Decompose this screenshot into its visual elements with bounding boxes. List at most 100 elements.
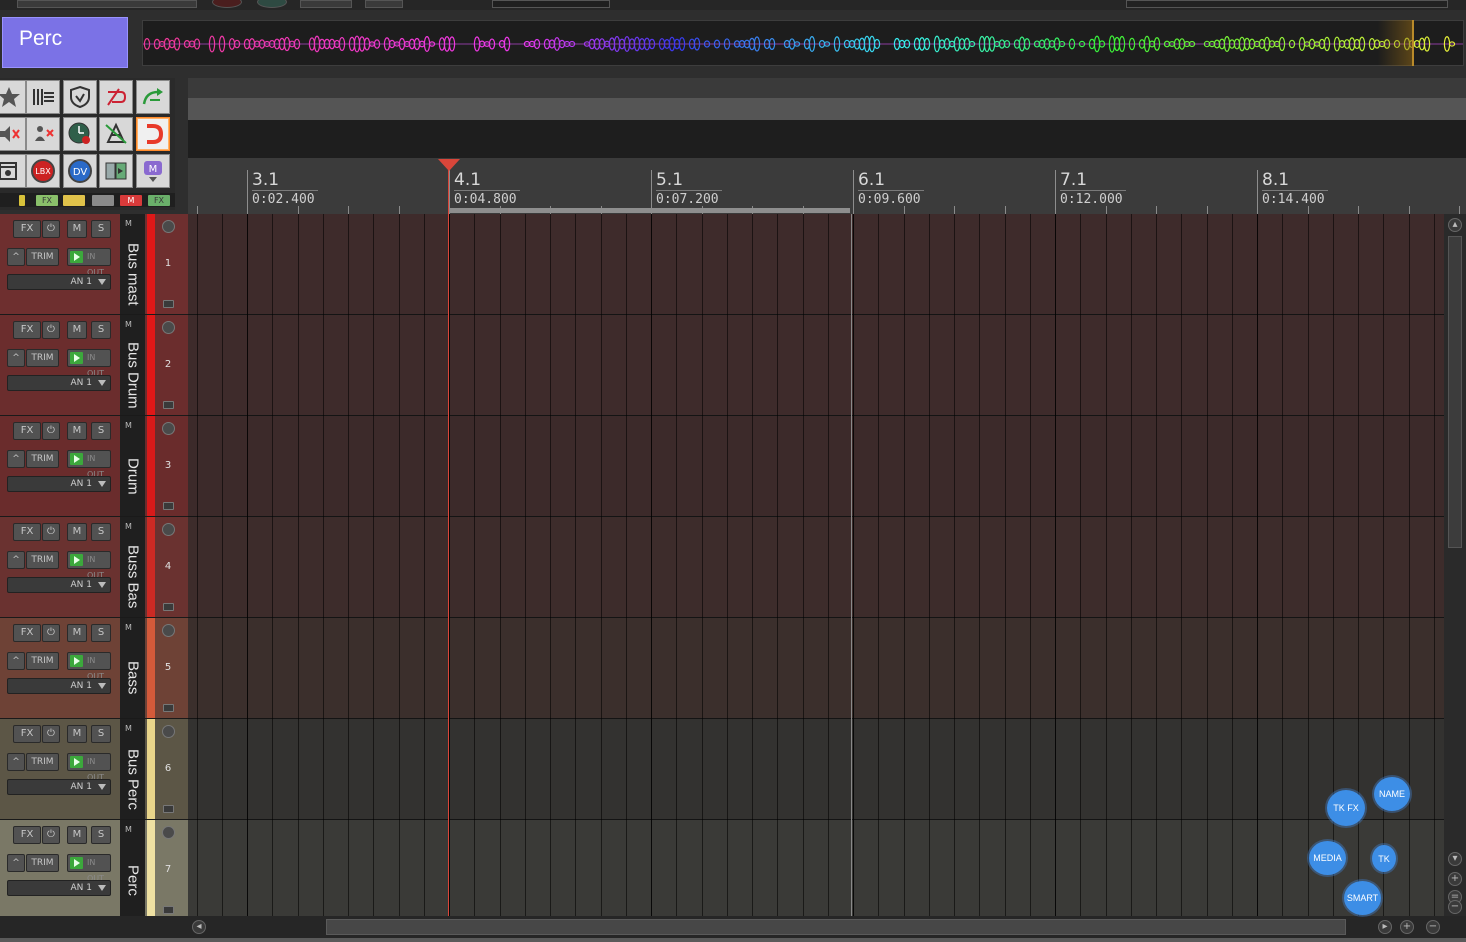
fx-bypass-icon[interactable]: ⏻: [42, 422, 60, 440]
search-field[interactable]: [1126, 0, 1448, 8]
timeline-ruler[interactable]: 3.1 0:02.400 4.1 0:04.800 5.1 0:07.200 6.1 …: [188, 158, 1466, 214]
track-solo-button[interactable]: S: [91, 624, 111, 642]
m-dropdown-button[interactable]: M: [136, 154, 170, 188]
mini-m-button[interactable]: M: [120, 195, 142, 206]
input-channel-select[interactable]: AN 1: [7, 779, 111, 795]
input-channel-select[interactable]: AN 1: [7, 375, 111, 391]
track-name[interactable]: Bus Perc: [122, 741, 144, 817]
track-mute-button[interactable]: M: [67, 725, 87, 743]
track-solo-button[interactable]: S: [91, 321, 111, 339]
mini-fx2-button[interactable]: FX: [148, 195, 170, 206]
marker-lane[interactable]: [188, 78, 1466, 98]
name-bubble-button[interactable]: NAME: [1374, 777, 1410, 811]
input-channel-select[interactable]: AN 1: [7, 577, 111, 593]
envelope-icon[interactable]: ^: [7, 551, 25, 569]
track-header[interactable]: FX ⏻ M S ^ TRIM IN OUT AN 1 M Bus Perc 6: [0, 719, 188, 820]
track-fx-button[interactable]: FX: [13, 624, 41, 642]
take-bubble-button[interactable]: TK: [1372, 845, 1396, 872]
media-bubble-button[interactable]: MEDIA: [1309, 841, 1346, 875]
envelope-icon[interactable]: ^: [7, 349, 25, 367]
track-name[interactable]: Bus Drum: [122, 337, 144, 413]
tempo-lane[interactable]: [188, 120, 1466, 158]
track-lane[interactable]: [188, 315, 1444, 416]
zoom-out-vertical-icon[interactable]: −: [1448, 900, 1462, 914]
automation-mode-button[interactable]: TRIM: [26, 652, 59, 670]
track-solo-button[interactable]: S: [91, 220, 111, 238]
track-name[interactable]: Buss Bas: [122, 539, 144, 615]
automation-mode-button[interactable]: TRIM: [26, 854, 59, 872]
track-lane[interactable]: [188, 719, 1444, 820]
input-channel-select[interactable]: AN 1: [7, 476, 111, 492]
automation-mode-button[interactable]: TRIM: [26, 753, 59, 771]
ruler-tool-button[interactable]: [99, 117, 133, 151]
folder-icon[interactable]: [163, 300, 174, 308]
track-header[interactable]: FX ⏻ M S ^ TRIM IN OUT AN 1 M Bass 5: [0, 618, 188, 719]
input-channel-select[interactable]: AN 1: [7, 880, 111, 896]
track-lane[interactable]: [188, 820, 1444, 916]
fx-bypass-icon[interactable]: ⏻: [42, 826, 60, 844]
track-io-button[interactable]: IN OUT: [67, 652, 111, 681]
envelope-icon[interactable]: ^: [7, 753, 25, 771]
track-header[interactable]: FX ⏻ M S ^ TRIM IN OUT AN 1 M Perc 7: [0, 820, 188, 921]
fx-bypass-icon[interactable]: ⏻: [42, 624, 60, 642]
clock-button[interactable]: [63, 117, 97, 151]
scroll-down-icon[interactable]: ▾: [1448, 852, 1462, 866]
record-arm-icon[interactable]: [162, 624, 175, 637]
mini-record-button[interactable]: [92, 195, 114, 206]
track-header[interactable]: FX ⏻ M S ^ TRIM IN OUT AN 1 M Buss Bas 4: [0, 517, 188, 618]
horizontal-scroll-thumb[interactable]: [326, 919, 1346, 935]
arrange-view[interactable]: [188, 214, 1444, 916]
fx-bypass-icon[interactable]: ⏻: [42, 523, 60, 541]
fx-bypass-icon[interactable]: ⏻: [42, 321, 60, 339]
track-io-button[interactable]: IN OUT: [67, 248, 111, 277]
track-lane[interactable]: [188, 517, 1444, 618]
zoom-in-vertical-icon[interactable]: +: [1448, 872, 1462, 886]
record-arm-icon[interactable]: [162, 321, 175, 334]
folder-icon[interactable]: [163, 401, 174, 409]
mute-person-button[interactable]: [26, 117, 60, 151]
scroll-up-icon[interactable]: ▴: [1448, 218, 1462, 232]
shield-button[interactable]: [63, 80, 97, 114]
track-header[interactable]: FX ⏻ M S ^ TRIM IN OUT AN 1 M Bus Drum 2: [0, 315, 188, 416]
scroll-right-icon[interactable]: ▸: [1378, 920, 1392, 934]
envelope-icon[interactable]: ^: [7, 450, 25, 468]
track-solo-button[interactable]: S: [91, 523, 111, 541]
track-io-button[interactable]: IN OUT: [67, 349, 111, 378]
envelope-icon[interactable]: ^: [7, 854, 25, 872]
stack-button[interactable]: [0, 154, 26, 188]
panel-toggle-button[interactable]: [99, 154, 133, 188]
zoom-in-horizontal-icon[interactable]: +: [1400, 920, 1414, 934]
overview-view-window[interactable]: [1378, 20, 1414, 66]
track-io-button[interactable]: IN OUT: [67, 450, 111, 479]
track-mute-button[interactable]: M: [67, 826, 87, 844]
fx-bypass-icon[interactable]: ⏻: [42, 220, 60, 238]
track-io-button[interactable]: IN OUT: [67, 854, 111, 883]
track-mute-button[interactable]: M: [67, 220, 87, 238]
smart-bubble-button[interactable]: SMART: [1344, 881, 1381, 915]
folder-icon[interactable]: [163, 502, 174, 510]
track-header[interactable]: FX ⏻ M S ^ TRIM IN OUT AN 1 M Drum 3: [0, 416, 188, 517]
vertical-scroll-thumb[interactable]: [1448, 236, 1462, 548]
record-arm-icon[interactable]: [162, 725, 175, 738]
track-name[interactable]: Drum: [122, 438, 144, 514]
time-sig-field[interactable]: [365, 0, 403, 8]
track-solo-button[interactable]: S: [91, 422, 111, 440]
take-fx-bubble-button[interactable]: TK FX: [1327, 790, 1365, 826]
track-fx-button[interactable]: FX: [13, 321, 41, 339]
track-mute-button[interactable]: M: [67, 422, 87, 440]
loop-arrow-button[interactable]: [136, 80, 170, 114]
record-arm-icon[interactable]: [162, 220, 175, 233]
loop-off-button[interactable]: [99, 80, 133, 114]
track-mute-button[interactable]: M: [67, 523, 87, 541]
track-io-button[interactable]: IN OUT: [67, 551, 111, 580]
mini-fx-button[interactable]: FX: [36, 195, 58, 206]
region-lane[interactable]: [188, 98, 1466, 120]
input-channel-select[interactable]: AN 1: [7, 678, 111, 694]
record-arm-icon[interactable]: [162, 523, 175, 536]
snap-magnet-button[interactable]: [136, 117, 170, 151]
track-fx-button[interactable]: FX: [13, 220, 41, 238]
edit-cursor-head[interactable]: [438, 159, 460, 171]
scroll-left-icon[interactable]: ◂: [192, 920, 206, 934]
project-overview-waveform[interactable]: [142, 20, 1464, 66]
automation-mode-button[interactable]: TRIM: [26, 248, 59, 266]
